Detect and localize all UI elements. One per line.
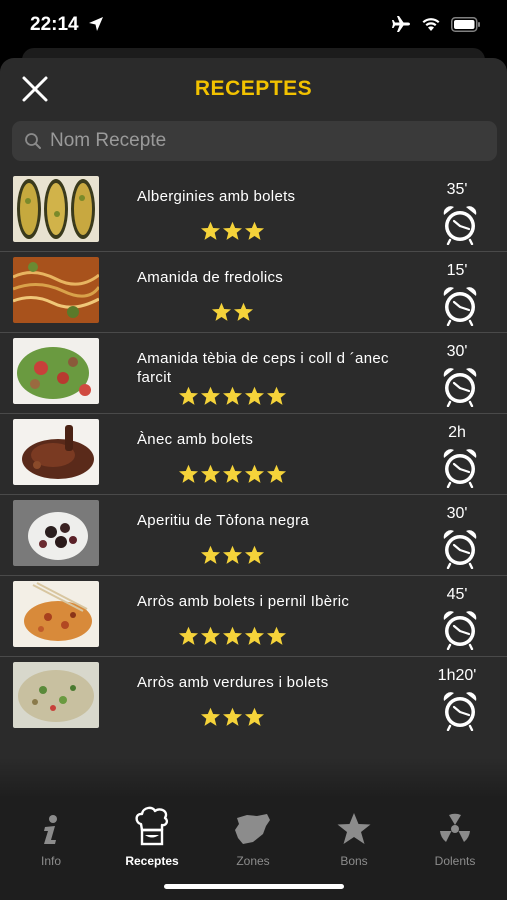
- tab-zones[interactable]: Zones: [203, 808, 303, 868]
- rating-star-icon: [178, 464, 198, 483]
- tab-info[interactable]: Info: [1, 808, 101, 868]
- recipe-time: 1h20': [437, 667, 477, 684]
- status-bar: 22:14: [0, 0, 507, 52]
- recipe-name: Arròs amb verdures i bolets: [137, 674, 329, 691]
- rating-star-icon: [266, 386, 286, 405]
- rating-star-icon: [244, 221, 264, 240]
- rating-star-icon: [222, 707, 242, 726]
- star-rating: [137, 626, 327, 646]
- battery-icon: [451, 16, 480, 32]
- rating-star-icon: [200, 464, 220, 483]
- tab-label: Bons: [340, 854, 368, 868]
- alarm-clock-icon: [443, 692, 477, 731]
- rating-star-icon: [200, 626, 220, 645]
- recipe-thumbnail: [13, 500, 99, 566]
- tab-receptes[interactable]: Receptes: [102, 806, 202, 868]
- rating-star-icon: [244, 626, 264, 645]
- chef-icon: [135, 806, 169, 846]
- hazard-icon: [440, 813, 470, 842]
- tab-label: Receptes: [125, 854, 179, 868]
- star-icon: [337, 813, 371, 844]
- recipe-time: 45': [446, 586, 468, 603]
- rating-star-icon: [244, 545, 264, 564]
- recipe-name: Amanida de fredolics: [137, 269, 284, 286]
- star-rating: [137, 464, 327, 484]
- rating-star-icon: [222, 626, 242, 645]
- recipe-row[interactable]: Arròs amb verdures i bolets 1h20': [0, 657, 507, 738]
- rating-star-icon: [200, 707, 220, 726]
- header: RECEPTES: [0, 58, 507, 118]
- status-icons: [391, 15, 481, 33]
- rating-star-icon: [178, 386, 198, 405]
- alarm-clock-icon: [443, 530, 477, 569]
- rating-star-icon: [200, 386, 220, 405]
- home-indicator: [164, 884, 344, 889]
- recipe-thumbnail: [13, 419, 99, 485]
- star-rating: [137, 707, 327, 727]
- recipe-thumbnail: [13, 581, 99, 647]
- alarm-clock-icon: [443, 611, 477, 650]
- airplane-icon: [392, 16, 410, 32]
- recipe-list: Alberginies amb bolets 35' Amanida de fr…: [0, 171, 507, 738]
- recipe-name: Aperitiu de Tòfona negra: [137, 512, 310, 529]
- rating-star-icon: [222, 464, 242, 483]
- rating-star-icon: [200, 221, 220, 240]
- tab-bons[interactable]: Bons: [304, 808, 404, 868]
- status-time: 22:14: [30, 14, 79, 35]
- recipe-row[interactable]: Amanida de fredolics 15': [0, 252, 507, 333]
- search-bar[interactable]: [12, 121, 497, 161]
- location-arrow-icon: [89, 17, 103, 31]
- recipe-time: 30': [446, 343, 468, 360]
- info-icon: [44, 815, 57, 844]
- rating-star-icon: [222, 545, 242, 564]
- rating-star-icon: [222, 221, 242, 240]
- rating-star-icon: [244, 464, 264, 483]
- rating-star-icon: [244, 386, 264, 405]
- recipe-thumbnail: [13, 257, 99, 323]
- recipe-time: 15': [446, 262, 468, 279]
- rating-star-icon: [200, 545, 220, 564]
- list-fade: [0, 758, 507, 798]
- rating-star-icon: [244, 707, 264, 726]
- alarm-clock-icon: [443, 449, 477, 488]
- rating-star-icon: [266, 464, 286, 483]
- star-rating: [137, 386, 327, 406]
- alarm-clock-icon: [443, 368, 477, 407]
- recipes-sheet: RECEPTES Alberg: [0, 58, 507, 900]
- recipe-row[interactable]: Alberginies amb bolets 35': [0, 171, 507, 252]
- recipe-thumbnail: [13, 338, 99, 404]
- star-rating: [137, 545, 327, 565]
- map-icon: [235, 814, 270, 844]
- rating-star-icon: [222, 386, 242, 405]
- rating-star-icon: [266, 626, 286, 645]
- tab-dolents[interactable]: Dolents: [405, 808, 505, 868]
- star-rating: [137, 221, 327, 241]
- wifi-icon: [422, 18, 440, 31]
- recipe-time: 30': [446, 505, 468, 522]
- rating-star-icon: [178, 626, 198, 645]
- recipe-row[interactable]: Aperitiu de Tòfona negra 30': [0, 495, 507, 576]
- recipe-row[interactable]: Amanida tèbia de ceps i coll d ´anec far…: [0, 333, 507, 414]
- recipe-name: Ànec amb bolets: [137, 431, 254, 448]
- page-title: RECEPTES: [194, 77, 313, 100]
- recipe-row[interactable]: Ànec amb bolets 2h: [0, 414, 507, 495]
- tab-label: Info: [40, 854, 61, 868]
- recipe-row[interactable]: Arròs amb bolets i pernil Ibèric 45': [0, 576, 507, 657]
- recipe-time: 2h: [448, 424, 466, 441]
- recipe-name: Arròs amb bolets i pernil Ibèric: [137, 593, 350, 610]
- recipe-thumbnail: [13, 662, 99, 728]
- alarm-clock-icon: [443, 206, 477, 245]
- recipe-name: Alberginies amb bolets: [137, 188, 296, 205]
- tab-label: Dolents: [434, 854, 476, 868]
- rating-star-icon: [233, 302, 253, 321]
- recipe-name: Amanida tèbia de ceps i coll d ´anec far…: [137, 350, 389, 386]
- search-icon: [25, 133, 41, 149]
- star-rating: [137, 302, 327, 322]
- rating-star-icon: [211, 302, 231, 321]
- search-input[interactable]: [50, 121, 480, 161]
- recipe-time: 35': [446, 181, 468, 198]
- alarm-clock-icon: [443, 287, 477, 326]
- recipe-thumbnail: [13, 176, 99, 242]
- tab-label: Zones: [236, 854, 270, 868]
